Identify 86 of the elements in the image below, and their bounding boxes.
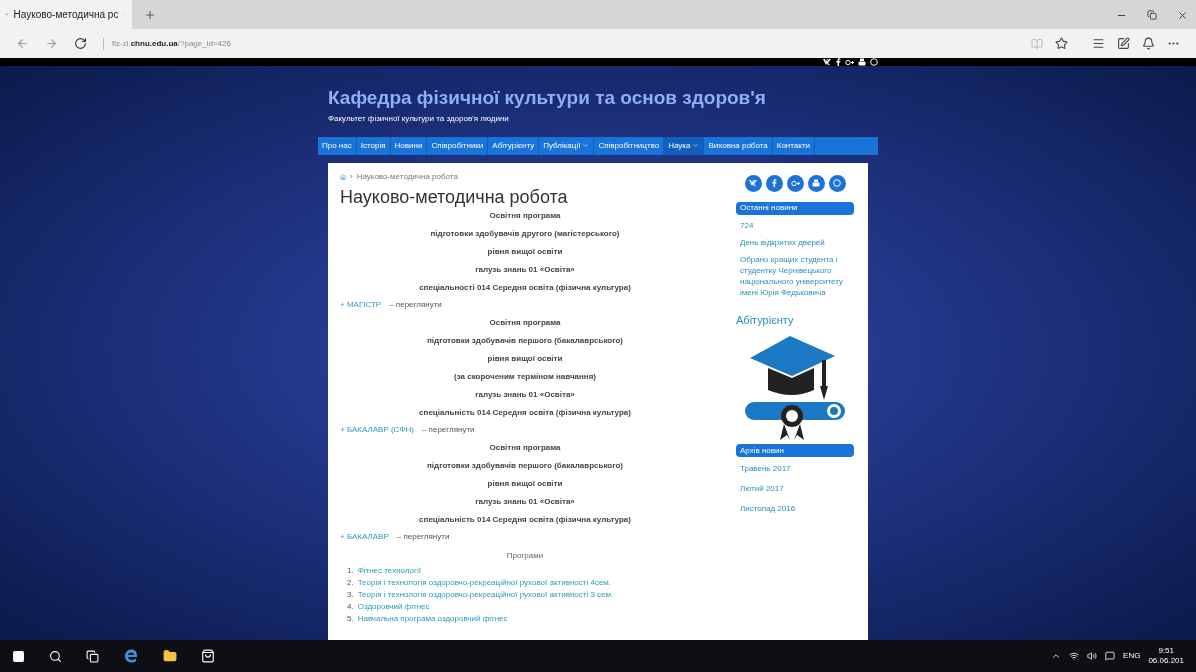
list-number: 1. (347, 564, 354, 577)
network-icon[interactable] (1069, 651, 1080, 661)
archive-link[interactable]: Травень 2017 (740, 463, 850, 475)
archive-link[interactable]: Лютий 2017 (740, 483, 850, 495)
widget-title: Абітурієнту (736, 312, 795, 328)
breadcrumb-separator: › (350, 170, 353, 183)
program-link[interactable]: + БАКАЛАВР (340, 531, 389, 543)
view-text: – переглянути (421, 424, 475, 436)
nav-item[interactable]: Про нас (318, 136, 357, 155)
share-icon[interactable] (1142, 37, 1155, 50)
store-icon[interactable] (201, 649, 215, 663)
star-icon[interactable] (1055, 37, 1068, 50)
news-link[interactable]: День відкритих дверей (740, 236, 850, 248)
nav-item[interactable]: Публікації (539, 136, 595, 155)
program-text: Освітня програма (489, 316, 561, 329)
program-text: (за скороченим терміном навчання) (454, 370, 596, 383)
program-text: спеціальність 014 Середня освіта (фізична культура) (419, 513, 631, 526)
google-plus-icon[interactable] (845, 58, 854, 66)
restore-icon[interactable] (1147, 10, 1157, 20)
list-number: 4. (347, 600, 354, 613)
list-number: 3. (347, 588, 354, 601)
note-icon[interactable] (1117, 37, 1130, 50)
program-link[interactable]: Навчальна програма оздоровчий фітнес (357, 612, 508, 625)
nav-item[interactable]: Новини (390, 136, 428, 155)
program-text: Освітня програма (489, 441, 561, 454)
video-icon[interactable] (858, 58, 866, 66)
nav-item[interactable]: Наука (664, 136, 705, 155)
vk-icon[interactable] (823, 59, 832, 65)
skype-icon[interactable] (870, 58, 878, 66)
news-link[interactable]: 724 (740, 219, 850, 231)
page-title: Науково-методична робота (340, 186, 569, 207)
nav-item[interactable]: Співробітники (427, 136, 489, 155)
program-text: спеціальність 014 Середня освіта (фізична культура) (419, 406, 631, 419)
programs-heading: Програми (505, 549, 545, 562)
program-text: галузь знань 01 «Освіта» (475, 388, 575, 401)
nav-item[interactable]: Абітурієнту (488, 136, 540, 155)
address-field[interactable]: fiz-zl.chnu.edu.ua/?page_id=426 (103, 37, 231, 50)
program-text: рівня вищої освіти (487, 245, 563, 258)
program-text: Освітня програма (489, 209, 561, 222)
program-text: підготовки здобувачів першого (бакалаврського) (427, 334, 623, 347)
program-link[interactable]: + БАКАЛАВР (СФН) (340, 424, 414, 436)
clock[interactable]: 9:51 06.06.201 (1148, 646, 1184, 666)
program-link[interactable]: + МАГІСТР (340, 299, 382, 311)
program-text: рівня вищої освіти (487, 352, 563, 365)
program-link[interactable]: Теорія і технологія оздоровчо-рекреаційної рухової активності 3 сем. (357, 588, 614, 601)
news-link[interactable]: Обрано кращих студента і студентку Чернівецького національного університету імені Юрія Федьковича (740, 253, 850, 298)
program-text: галузь знань 01 «Освіта» (475, 495, 575, 508)
program-text: підготовки здобувачів другого (магістерського) (430, 227, 620, 240)
folder-icon[interactable] (163, 649, 177, 663)
speaker-icon[interactable] (1087, 651, 1098, 661)
program-text: спеціальності 014 Середня освіта (фізична культура) (419, 281, 631, 294)
breadcrumb: Науково-методична робота (356, 170, 458, 183)
refresh-icon[interactable] (74, 37, 87, 50)
program-text: галузь знань 01 «Освіта» (475, 263, 575, 276)
back-icon[interactable] (16, 37, 29, 50)
program-text: підготовки здобувачів першого (бакалаврського) (427, 459, 623, 472)
archive-link[interactable]: Листопад 2016 (740, 503, 850, 515)
widget-header: Архів новин (736, 444, 854, 457)
site-title[interactable]: Кафедра фізичної культури та основ здоров'я (328, 84, 868, 113)
chevron-up-icon[interactable] (1051, 651, 1062, 661)
program-link[interactable]: Оздоровчий фітнес (357, 600, 430, 613)
tab-title: Науково-методична рс (13, 8, 119, 22)
program-link[interactable]: Теорія і технологія оздоровчо-рекреаційної рухової активності 4сем. (357, 576, 612, 589)
browser-icon[interactable] (123, 648, 139, 664)
program-text: рівня вищої освіти (487, 477, 563, 490)
hub-icon[interactable] (1092, 37, 1105, 50)
windows-start-icon[interactable] (12, 649, 25, 663)
widget-header: Останні новини (736, 201, 854, 215)
site-subtitle: Факультет фізичної культури та здоров'я людини (328, 112, 510, 125)
nav-item[interactable]: Історія (356, 136, 391, 155)
task-view-icon[interactable] (86, 649, 99, 663)
facebook-icon[interactable] (836, 58, 841, 66)
program-link[interactable]: Фітнес технології (357, 564, 421, 577)
notification-icon[interactable] (1105, 651, 1116, 661)
language-indicator[interactable]: ENG (1123, 650, 1141, 662)
list-number: 5. (347, 612, 354, 625)
skype-icon[interactable] (828, 174, 846, 192)
nav-item[interactable]: Виховна робота (704, 136, 773, 155)
browser-tab[interactable]: Науково-методична рс (0, 0, 132, 29)
view-text: – переглянути (396, 531, 450, 543)
forward-icon[interactable] (45, 37, 58, 50)
view-text: – переглянути (389, 299, 442, 311)
nav-item[interactable]: Контакти (772, 136, 816, 155)
search-icon[interactable] (49, 649, 62, 663)
new-tab-icon[interactable] (144, 9, 156, 21)
list-number: 2. (347, 576, 354, 589)
